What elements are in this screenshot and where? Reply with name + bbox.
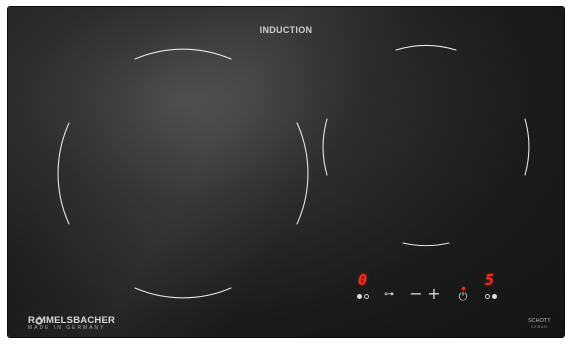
right-zone-bottom-arc: [402, 242, 450, 247]
left-zone-left-arc: [57, 122, 70, 225]
hollow-square-icon: [485, 294, 490, 299]
hollow-square-icon: [364, 294, 369, 299]
power-button[interactable]: ⏻: [455, 291, 471, 302]
minus-button[interactable]: −: [408, 286, 424, 302]
right-zone-level-display: 5: [485, 271, 495, 289]
right-zone-right-arc: [524, 118, 530, 176]
left-zone-level-display: 0: [358, 271, 368, 289]
minus-icon: −: [409, 284, 423, 303]
brand-logo-emblem-icon: [35, 317, 43, 325]
left-zone-right-arc: [296, 122, 309, 225]
power-icon: ⏻: [458, 290, 468, 303]
left-zone-bottom-arc: [134, 287, 232, 299]
filled-dot-icon: [492, 294, 497, 299]
brand-subtitle: MADE IN GERMANY: [28, 325, 106, 331]
left-zone-top-arc: [134, 48, 232, 60]
key-icon: ⊶: [384, 289, 394, 300]
right-zone-left-arc: [322, 118, 328, 176]
left-zone-select-button[interactable]: [357, 293, 373, 301]
cooking-zones: [57, 44, 530, 299]
right-zone-select-button[interactable]: [485, 293, 501, 301]
right-zone-top-arc: [395, 44, 457, 51]
plus-button[interactable]: +: [426, 286, 442, 302]
glass-brand-logo: SCHOTT CERAN: [528, 318, 551, 330]
glass-brand-subtitle: CERAN: [531, 325, 548, 329]
filled-dot-icon: [357, 294, 362, 299]
key-lock-button[interactable]: ⊶: [381, 290, 397, 300]
plus-icon: +: [427, 284, 441, 303]
induction-cooktop: INDUCTION 0 ⊶ − + ⏻ 5 R MMELSBACHER MADE…: [8, 7, 564, 337]
